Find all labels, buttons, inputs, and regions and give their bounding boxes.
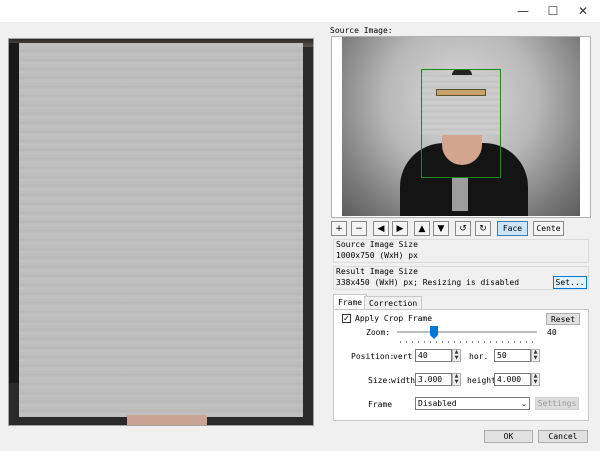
- width-label: width: [391, 376, 416, 385]
- preview-blurred-face: [19, 43, 303, 417]
- face-detection-box[interactable]: [421, 69, 501, 178]
- vert-input[interactable]: 40: [415, 349, 452, 362]
- minus-icon: −: [355, 223, 363, 234]
- rotate-right-button[interactable]: ↻: [475, 221, 491, 236]
- apply-crop-label: Apply Crop Frame: [355, 314, 433, 323]
- arrow-down-icon: ▼: [437, 223, 445, 234]
- result-size-label: Result Image Size: [336, 267, 418, 276]
- cancel-button[interactable]: Cancel: [538, 430, 588, 443]
- checkmark-icon: ✓: [343, 314, 350, 323]
- rotate-left-button[interactable]: ↺: [455, 221, 471, 236]
- frame-label: Frame: [368, 400, 393, 409]
- move-right-button[interactable]: ▶: [392, 221, 408, 236]
- reset-button[interactable]: Reset: [546, 313, 580, 325]
- result-size-value: 338x450 (WxH) px; Resizing is disabled: [336, 278, 520, 287]
- hor-spinner[interactable]: ▲ ▼: [531, 349, 540, 362]
- hor-input[interactable]: 50: [494, 349, 531, 362]
- arrow-left-icon: ◀: [377, 223, 385, 234]
- position-label: Position:: [351, 352, 395, 361]
- set-size-button[interactable]: Set...: [553, 276, 587, 289]
- source-image[interactable]: [342, 37, 580, 216]
- source-size-label: Source Image Size: [336, 240, 418, 249]
- hor-label: hor.: [469, 352, 489, 361]
- zoom-slider-ticks: [400, 341, 536, 343]
- tab-correction[interactable]: Correction: [364, 296, 423, 309]
- size-label: Size:: [368, 376, 393, 385]
- face-button[interactable]: Face: [497, 221, 528, 236]
- move-down-button[interactable]: ▼: [433, 221, 449, 236]
- minimize-icon: —: [517, 4, 529, 18]
- frame-select[interactable]: Disabled ⌄: [415, 397, 530, 410]
- height-label: height: [467, 376, 496, 385]
- settings-button: Settings: [535, 397, 579, 410]
- apply-crop-checkbox[interactable]: ✓: [342, 314, 351, 323]
- minimize-button[interactable]: —: [508, 0, 538, 22]
- vert-label: vert: [393, 352, 413, 361]
- plus-icon: +: [335, 223, 343, 234]
- zoom-label: Zoom:: [366, 328, 391, 337]
- rotate-right-icon: ↻: [479, 223, 487, 234]
- width-spinner[interactable]: ▲ ▼: [452, 373, 461, 386]
- close-button[interactable]: ✕: [568, 0, 598, 22]
- close-icon: ✕: [577, 4, 589, 18]
- frame-select-value: Disabled: [418, 399, 457, 408]
- width-input[interactable]: 3.000: [415, 373, 452, 386]
- center-button[interactable]: Cente: [533, 221, 564, 236]
- zoom-value: 40: [547, 328, 557, 337]
- zoom-out-button[interactable]: −: [351, 221, 367, 236]
- maximize-button[interactable]: ☐: [538, 0, 568, 22]
- height-input[interactable]: 4.000: [494, 373, 531, 386]
- source-image-label: Source Image:: [330, 26, 393, 35]
- spin-down-icon[interactable]: ▼: [453, 379, 460, 386]
- chevron-down-icon: ⌄: [521, 399, 527, 408]
- move-left-button[interactable]: ◀: [373, 221, 389, 236]
- ok-button[interactable]: OK: [484, 430, 533, 443]
- zoom-slider-track[interactable]: [397, 331, 537, 333]
- spin-down-icon[interactable]: ▼: [532, 379, 539, 386]
- source-shirt: [452, 177, 468, 211]
- arrow-right-icon: ▶: [396, 223, 404, 234]
- maximize-icon: ☐: [547, 4, 559, 18]
- zoom-in-button[interactable]: +: [331, 221, 347, 236]
- move-up-button[interactable]: ▲: [414, 221, 430, 236]
- vert-spinner[interactable]: ▲ ▼: [452, 349, 461, 362]
- tab-frame[interactable]: Frame: [333, 294, 368, 310]
- source-size-value: 1000x750 (WxH) px: [336, 251, 418, 260]
- spin-down-icon[interactable]: ▼: [532, 355, 539, 362]
- preview-skin: [127, 415, 207, 425]
- spin-down-icon[interactable]: ▼: [453, 355, 460, 362]
- result-preview: [8, 38, 314, 426]
- height-spinner[interactable]: ▲ ▼: [531, 373, 540, 386]
- arrow-up-icon: ▲: [418, 223, 426, 234]
- rotate-left-icon: ↺: [459, 223, 467, 234]
